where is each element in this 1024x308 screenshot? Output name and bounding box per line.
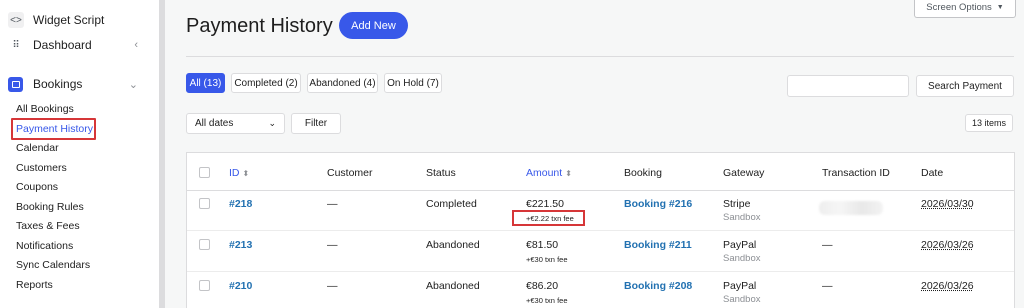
customer-cell: — (327, 280, 338, 292)
gateway-mode: Sandbox (723, 253, 761, 264)
customer-cell: — (327, 239, 338, 251)
sidebar-subitem-notifications[interactable]: Notifications (0, 240, 73, 252)
chevron-down-icon: ⌄ (128, 78, 138, 91)
grid-icon: ⠿ (12, 39, 20, 51)
booking-link[interactable]: Booking #208 (624, 280, 692, 292)
sidebar-subitem-calendar[interactable]: Calendar (0, 142, 59, 154)
dates-select-value: All dates (195, 118, 234, 129)
code-icon: <> (8, 12, 24, 28)
date-cell: 2026/03/26 (921, 239, 974, 251)
column-gateway: Gateway (723, 167, 765, 179)
search-payment-button[interactable]: Search Payment (916, 75, 1014, 97)
tab-completed[interactable]: Completed (2) (231, 73, 301, 93)
screen-options-label: Screen Options (926, 2, 992, 13)
transaction-id-blurred (819, 201, 883, 215)
booking-link[interactable]: Booking #211 (624, 239, 692, 251)
sidebar-subitem-sync-calendars[interactable]: Sync Calendars (0, 259, 90, 271)
fee-cell: +€30 txn fee (526, 255, 568, 264)
fee-cell: +€30 txn fee (526, 296, 568, 305)
gateway-cell: PayPal (723, 280, 757, 292)
sidebar-item-bookings[interactable]: Bookings ⌄ (0, 74, 160, 94)
sort-icon: ⬍ (242, 169, 250, 178)
sort-icon: ⬍ (565, 169, 572, 178)
gateway-mode: Sandbox (723, 212, 761, 223)
caret-down-icon: ▼ (996, 4, 1004, 11)
table-row: #213 — Abandoned €81.50 +€30 txn fee Boo… (187, 232, 1014, 272)
main-content: Payment History Add New Screen Options ▼… (165, 0, 1024, 308)
sidebar-item-widget-script[interactable]: <> Widget Script (0, 10, 160, 30)
sidebar-subitem-reports[interactable]: Reports (0, 279, 53, 291)
column-customer: Customer (327, 167, 373, 179)
customer-cell: — (327, 198, 338, 210)
transaction-cell: — (822, 280, 833, 292)
date-cell: 2026/03/26 (921, 280, 974, 292)
select-all-checkbox[interactable] (199, 167, 210, 178)
table-row: #210 — Abandoned €86.20 +€30 txn fee Boo… (187, 273, 1014, 308)
payment-id-link[interactable]: #210 (229, 280, 252, 292)
column-date: Date (921, 167, 944, 179)
column-id[interactable]: ID ⬍ (229, 167, 249, 179)
dates-select[interactable]: All dates ⌄ (186, 113, 285, 134)
row-checkbox[interactable] (199, 280, 210, 291)
tab-all[interactable]: All (13) (186, 73, 225, 93)
add-new-button[interactable]: Add New (339, 12, 408, 39)
payment-id-link[interactable]: #213 (229, 239, 252, 251)
sidebar-item-dashboard[interactable]: ⠿ Dashboard ‹ (0, 35, 160, 55)
chevron-down-icon: ⌄ (268, 118, 276, 128)
sidebar-subitem-booking-rules[interactable]: Booking Rules (0, 201, 84, 213)
amount-cell: €86.20 (526, 280, 559, 292)
column-status: Status (426, 167, 456, 179)
row-checkbox[interactable] (199, 239, 210, 250)
gateway-mode: Sandbox (723, 294, 761, 305)
column-transaction-id: Transaction ID (822, 167, 890, 179)
highlight-box (11, 118, 96, 140)
payments-table: ID ⬍ Customer Status Amount ⬍ Booking Gate… (186, 152, 1015, 308)
table-header: ID ⬍ Customer Status Amount ⬍ Booking Gate… (187, 153, 1014, 191)
sidebar-subitem-taxes-fees[interactable]: Taxes & Fees (0, 220, 80, 232)
table-row: #218 — Completed €221.50 +€2.22 txn fee … (187, 191, 1014, 231)
status-cell: Abandoned (426, 239, 480, 251)
column-booking: Booking (624, 167, 662, 179)
column-amount[interactable]: Amount ⬍ (526, 167, 572, 179)
sidebar-item-label: Widget Script (33, 13, 105, 27)
status-cell: Abandoned (426, 280, 480, 292)
fee-highlight-box (512, 210, 585, 226)
sidebar: <> Widget Script ⠿ Dashboard ‹ Bookings … (0, 0, 160, 308)
amount-cell: €81.50 (526, 239, 559, 251)
screen-options-button[interactable]: Screen Options ▼ (914, 0, 1016, 18)
date-cell: 2026/03/30 (921, 198, 974, 210)
sidebar-subitem-all-bookings[interactable]: All Bookings (0, 103, 74, 115)
chevron-left-icon: ‹ (134, 39, 138, 51)
tab-on-hold[interactable]: On Hold (7) (384, 73, 442, 93)
row-checkbox[interactable] (199, 198, 210, 209)
items-count: 13 items (965, 114, 1013, 132)
tab-abandoned[interactable]: Abandoned (4) (307, 73, 378, 93)
filter-button[interactable]: Filter (291, 113, 341, 134)
amount-cell: €221.50 (526, 198, 564, 210)
search-input[interactable] (787, 75, 909, 97)
payment-id-link[interactable]: #218 (229, 198, 252, 210)
calendar-icon (8, 76, 23, 92)
transaction-cell: — (822, 239, 833, 251)
gateway-cell: PayPal (723, 239, 757, 251)
divider (186, 56, 1014, 57)
sidebar-subitem-customers[interactable]: Customers (0, 162, 67, 174)
status-cell: Completed (426, 198, 477, 210)
page-title: Payment History (186, 15, 333, 37)
sidebar-item-label: Dashboard (33, 38, 92, 52)
sidebar-subitem-coupons[interactable]: Coupons (0, 181, 58, 193)
gateway-cell: Stripe (723, 198, 751, 210)
sidebar-item-label: Bookings (33, 77, 83, 91)
booking-link[interactable]: Booking #216 (624, 198, 692, 210)
